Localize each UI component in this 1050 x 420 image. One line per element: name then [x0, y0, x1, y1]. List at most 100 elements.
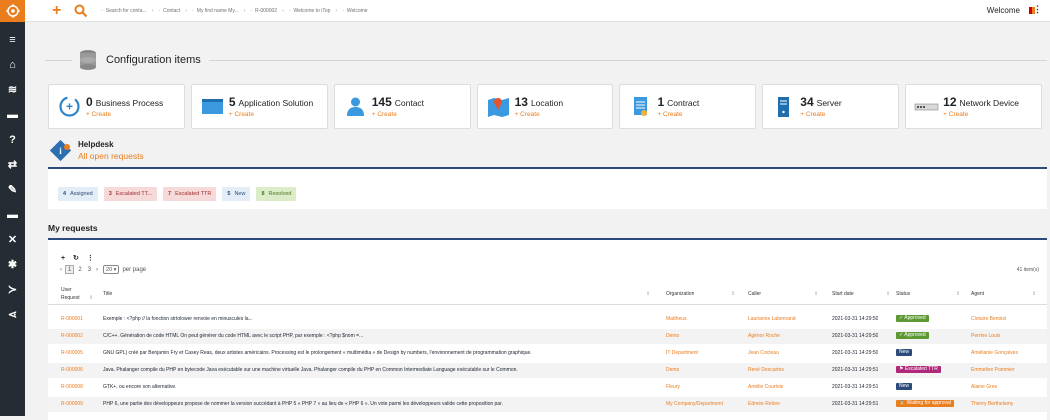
- user-menu-button[interactable]: ⋮: [1033, 4, 1042, 15]
- request-caller[interactable]: René Descartes: [748, 367, 784, 374]
- config-tile[interactable]: 5 Application Solution + Create: [190, 84, 328, 129]
- col-header-title[interactable]: Title: [103, 291, 112, 298]
- request-organization[interactable]: Demo: [666, 333, 679, 340]
- config-tile[interactable]: 13 Location + Create: [476, 84, 614, 129]
- status-badge[interactable]: 3 Escalated TT...: [103, 187, 158, 201]
- config-tile[interactable]: 145 Contact + Create: [333, 84, 471, 129]
- request-caller[interactable]: Amélie Courtois: [748, 384, 783, 391]
- more-icon[interactable]: ⋮: [87, 255, 94, 262]
- sort-icon[interactable]: ⇕: [646, 291, 650, 297]
- request-organization[interactable]: Demo: [666, 367, 679, 374]
- home-icon[interactable]: ⌂: [0, 52, 25, 77]
- page-link[interactable]: 3: [86, 265, 93, 274]
- table-row[interactable]: R-000008 GTK+, ou encore son alternative.…: [48, 380, 1047, 395]
- request-ref[interactable]: R-000008: [61, 384, 83, 391]
- status-badge[interactable]: 4 Assigned: [58, 187, 98, 201]
- config-tile[interactable]: 34 Server + Create: [762, 84, 900, 129]
- status-badge[interactable]: 7 Escalated TTR: [163, 187, 217, 201]
- request-caller[interactable]: Jean Cocteau: [748, 350, 779, 357]
- col-header-organization[interactable]: Organization: [666, 291, 694, 298]
- create-link[interactable]: + Create: [943, 111, 1019, 118]
- sort-icon[interactable]: ⇕: [956, 291, 960, 297]
- col-header-start-date[interactable]: Start date: [832, 291, 854, 298]
- page-link[interactable]: 1: [65, 265, 75, 274]
- request-caller[interactable]: Agénor Roche: [748, 333, 780, 340]
- breadcrumb-item[interactable]: ◦ R-000002: [250, 8, 277, 14]
- global-search-button[interactable]: [74, 2, 92, 20]
- create-link[interactable]: + Create: [86, 111, 163, 118]
- request-agent[interactable]: Thierry Berthelamy: [971, 401, 1013, 408]
- menu-icon[interactable]: ≡: [0, 27, 25, 52]
- request-caller[interactable]: Laurianne Labernand: [748, 316, 796, 323]
- create-link[interactable]: + Create: [229, 111, 313, 118]
- sort-icon[interactable]: ⇕: [1032, 291, 1036, 297]
- request-agent[interactable]: Clotaire Benoist: [971, 316, 1006, 323]
- per-page-select[interactable]: 20 ▾: [103, 265, 120, 274]
- col-header-status[interactable]: Status: [896, 291, 910, 298]
- chat-icon[interactable]: ▬: [0, 102, 25, 127]
- terminal-icon[interactable]: ≻: [0, 277, 25, 302]
- create-link[interactable]: + Create: [515, 111, 564, 118]
- breadcrumb-item[interactable]: ◦ My first name My...: [192, 8, 239, 14]
- tools-icon[interactable]: ✕: [0, 227, 25, 252]
- request-ref[interactable]: R-000005: [61, 350, 83, 357]
- refresh-icon[interactable]: ↻: [73, 255, 79, 262]
- request-organization[interactable]: My Company/Department: [666, 401, 723, 408]
- col-header-ref[interactable]: User: [61, 287, 72, 294]
- status-badge[interactable]: 5 New: [222, 187, 251, 201]
- request-ref[interactable]: R-000006: [61, 367, 83, 374]
- request-agent[interactable]: Amélianie Gonçalves: [971, 350, 1018, 357]
- request-ref[interactable]: R-000001: [61, 316, 83, 323]
- request-title: Java. Phalanger compile du PHP en byteco…: [103, 367, 518, 373]
- request-organization[interactable]: Fleury: [666, 384, 680, 391]
- gear-icon[interactable]: ✱: [0, 252, 25, 277]
- table-row[interactable]: R-000005 GNU GPL) créé par Benjamin Fry e…: [48, 346, 1047, 361]
- database-icon[interactable]: ≋: [0, 77, 25, 102]
- create-link[interactable]: + Create: [800, 111, 841, 118]
- page-link[interactable]: 2: [76, 265, 83, 274]
- col-header-agent[interactable]: Agent: [971, 291, 984, 298]
- table-row[interactable]: R-000009 PHP 6, une partie des développeu…: [48, 397, 1047, 412]
- sort-icon[interactable]: ⇕: [886, 291, 890, 297]
- breadcrumb-item[interactable]: ◦ Welcome to iTop: [289, 8, 331, 14]
- request-agent[interactable]: Emmeline Pommier: [971, 367, 1015, 374]
- helpdesk-subtitle[interactable]: All open requests: [78, 151, 144, 161]
- breadcrumb-item[interactable]: ◦ Search for conta...: [101, 8, 147, 14]
- request-agent[interactable]: Perrine Louis: [971, 333, 1000, 340]
- prev-page-icon[interactable]: ‹: [60, 267, 62, 273]
- config-tile[interactable]: +0 Business Process + Create: [48, 84, 185, 129]
- my-requests-title: My requests: [48, 223, 98, 233]
- share-icon[interactable]: ⋖: [0, 302, 25, 327]
- folder-icon[interactable]: ▬: [0, 202, 25, 227]
- config-tile[interactable]: 1 Contract + Create: [619, 84, 757, 129]
- table-row[interactable]: R-000002 C/C++. Génération de code HTML O…: [48, 329, 1047, 344]
- new-object-button[interactable]: +: [52, 2, 70, 20]
- col-header-ref-2[interactable]: Request: [61, 295, 80, 302]
- table-row[interactable]: R-000001 Exemple : <?php // la fonction s…: [48, 312, 1047, 327]
- breadcrumb-item[interactable]: ◦ Contact: [158, 8, 180, 14]
- request-agent[interactable]: Alaine Gres: [971, 384, 997, 391]
- main-content: Configuration items +0 Business Process + …: [25, 22, 1050, 420]
- create-link[interactable]: + Create: [657, 111, 699, 118]
- sort-icon[interactable]: ⇕: [731, 291, 735, 297]
- status-badge[interactable]: 8 Resolved: [256, 187, 297, 201]
- breadcrumb-item[interactable]: ◦ Welcome: [342, 8, 368, 14]
- request-organization[interactable]: Mattheus: [666, 316, 687, 323]
- cog-icon[interactable]: ✎: [0, 177, 25, 202]
- exchange-icon[interactable]: ⇄: [0, 152, 25, 177]
- col-header-caller[interactable]: Caller: [748, 291, 761, 298]
- badge-count: 5: [227, 191, 231, 197]
- next-page-icon[interactable]: ›: [96, 267, 98, 273]
- request-ref[interactable]: R-000009: [61, 401, 83, 408]
- create-link[interactable]: + Create: [372, 111, 424, 118]
- request-caller[interactable]: Edmée Relore: [748, 401, 780, 408]
- request-ref[interactable]: R-000002: [61, 333, 83, 340]
- logo[interactable]: [0, 0, 25, 22]
- table-row[interactable]: R-000006 Java. Phalanger compile du PHP e…: [48, 363, 1047, 378]
- add-icon[interactable]: +: [61, 255, 65, 262]
- sort-icon[interactable]: ⇕: [89, 295, 93, 301]
- request-organization[interactable]: IT Department: [666, 350, 698, 357]
- sort-icon[interactable]: ⇕: [814, 291, 818, 297]
- question-icon[interactable]: ?: [0, 127, 25, 152]
- config-tile[interactable]: 12 Network Device + Create: [905, 84, 1043, 129]
